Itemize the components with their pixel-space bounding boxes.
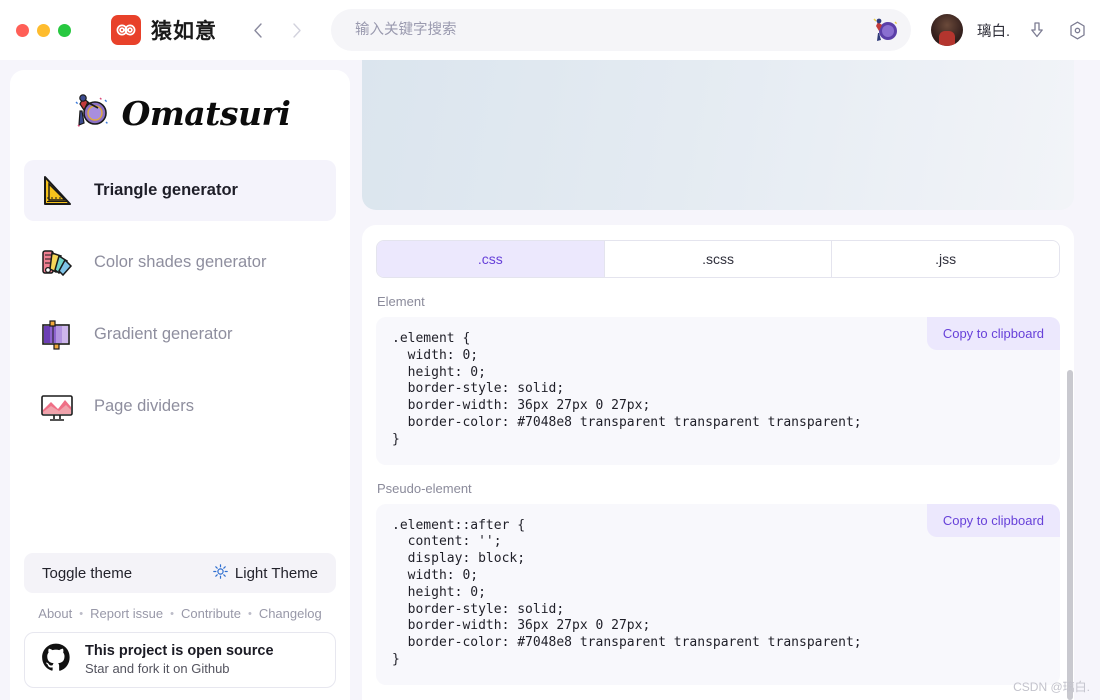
theme-toggle-label: Toggle theme	[42, 564, 133, 582]
sidebar-item-label: Gradient generator	[94, 325, 233, 343]
sidebar-nav: Triangle generator Color shades generato…	[10, 142, 350, 553]
open-source-card[interactable]: This project is open source Star and for…	[24, 632, 336, 688]
triangle-ruler-icon	[38, 172, 76, 210]
search-area	[331, 9, 911, 51]
settings-hexagon-icon[interactable]	[1064, 17, 1090, 43]
mascot-badge-icon[interactable]	[867, 13, 901, 47]
chevron-left-icon[interactable]	[245, 17, 271, 43]
tab-css[interactable]: .css	[377, 241, 605, 277]
link-separator: •	[170, 607, 174, 620]
watermark: CSDN @璃白.	[1013, 680, 1090, 694]
pseudo-element-code-box: Copy to clipboard .element::after { cont…	[376, 503, 1060, 685]
main-content: .css .scss .jss Element Copy to clipboar…	[360, 60, 1078, 700]
sidebar: Omatsuri Triangle generator Color shades…	[10, 70, 350, 700]
omatsuri-logo: Omatsuri	[10, 70, 350, 142]
copy-to-clipboard-button[interactable]: Copy to clipboard	[926, 503, 1060, 537]
format-tabs: .css .scss .jss	[376, 240, 1060, 278]
theme-toggle-button[interactable]: Toggle theme Light Theme	[24, 553, 336, 593]
link-contribute[interactable]: Contribute	[181, 606, 241, 621]
tab-jss[interactable]: .jss	[832, 241, 1059, 277]
browser-nav	[245, 17, 309, 43]
theme-value: Light Theme	[234, 564, 318, 582]
link-report-issue[interactable]: Report issue	[90, 606, 163, 621]
element-section-label: Element	[377, 294, 425, 309]
omatsuri-wordmark: Omatsuri	[121, 93, 291, 133]
app-window: 猿如意 输入关键字搜索 璃白. Omatsuri Triangle genera…	[0, 0, 1100, 700]
sidebar-footer: Toggle theme Light Theme About • Report …	[10, 553, 350, 700]
window-traffic-lights	[16, 23, 71, 37]
main-scrollbar-thumb[interactable]	[1067, 370, 1073, 700]
user-avatar[interactable]	[931, 14, 963, 46]
pseudo-element-code: .element::after { content: ''; display: …	[392, 517, 862, 667]
monitor-waves-icon	[38, 388, 76, 426]
gradient-bars-icon	[38, 316, 76, 354]
open-source-subtitle: Star and fork it on Github	[85, 661, 230, 677]
link-separator: •	[247, 607, 252, 620]
open-source-title: This project is open source	[85, 642, 274, 659]
color-palette-icon	[38, 244, 76, 282]
sidebar-item-page-dividers[interactable]: Page dividers	[24, 376, 336, 437]
link-separator: •	[79, 607, 84, 620]
link-about[interactable]: About	[38, 606, 72, 621]
page-body: Omatsuri Triangle generator Color shades…	[0, 60, 1100, 700]
element-code-box: Copy to clipboard .element { width: 0; h…	[376, 317, 1060, 465]
code-panel: .css .scss .jss Element Copy to clipboar…	[362, 225, 1074, 700]
spiral-logo-icon	[111, 15, 141, 45]
sidebar-item-gradient-generator[interactable]: Gradient generator	[24, 304, 336, 365]
download-arrow-icon[interactable]	[1024, 17, 1050, 43]
sidebar-item-label: Triangle generator	[94, 181, 238, 199]
chevron-right-icon[interactable]	[283, 17, 309, 43]
sidebar-item-triangle-generator[interactable]: Triangle generator	[24, 160, 336, 221]
pseudo-element-section-label: Pseudo-element	[377, 480, 472, 496]
copy-to-clipboard-button[interactable]: Copy to clipboard	[926, 317, 1060, 350]
header-right-controls: 璃白.	[931, 14, 1090, 46]
search-input[interactable]	[331, 9, 911, 51]
triangle-preview-area	[362, 60, 1074, 210]
app-brand: 猿如意	[111, 15, 217, 45]
link-changelog[interactable]: Changelog	[259, 606, 322, 621]
sidebar-item-color-shades-generator[interactable]: Color shades generator	[24, 232, 336, 293]
brand-name: 猿如意	[151, 20, 217, 43]
app-header: 猿如意 输入关键字搜索 璃白.	[0, 0, 1100, 60]
tab-scss[interactable]: .scss	[604, 241, 833, 277]
close-window-button[interactable]	[16, 23, 29, 37]
minimize-window-button[interactable]	[37, 23, 50, 37]
sidebar-item-label: Page dividers	[94, 397, 194, 415]
footer-links: About • Report issue • Contribute • Chan…	[24, 606, 336, 621]
github-icon	[41, 643, 71, 678]
festival-drummer-icon	[70, 92, 112, 134]
sun-icon	[213, 563, 228, 583]
maximize-window-button[interactable]	[58, 23, 71, 37]
sidebar-item-label: Color shades generator	[94, 253, 267, 271]
user-name: 璃白.	[977, 23, 1011, 40]
